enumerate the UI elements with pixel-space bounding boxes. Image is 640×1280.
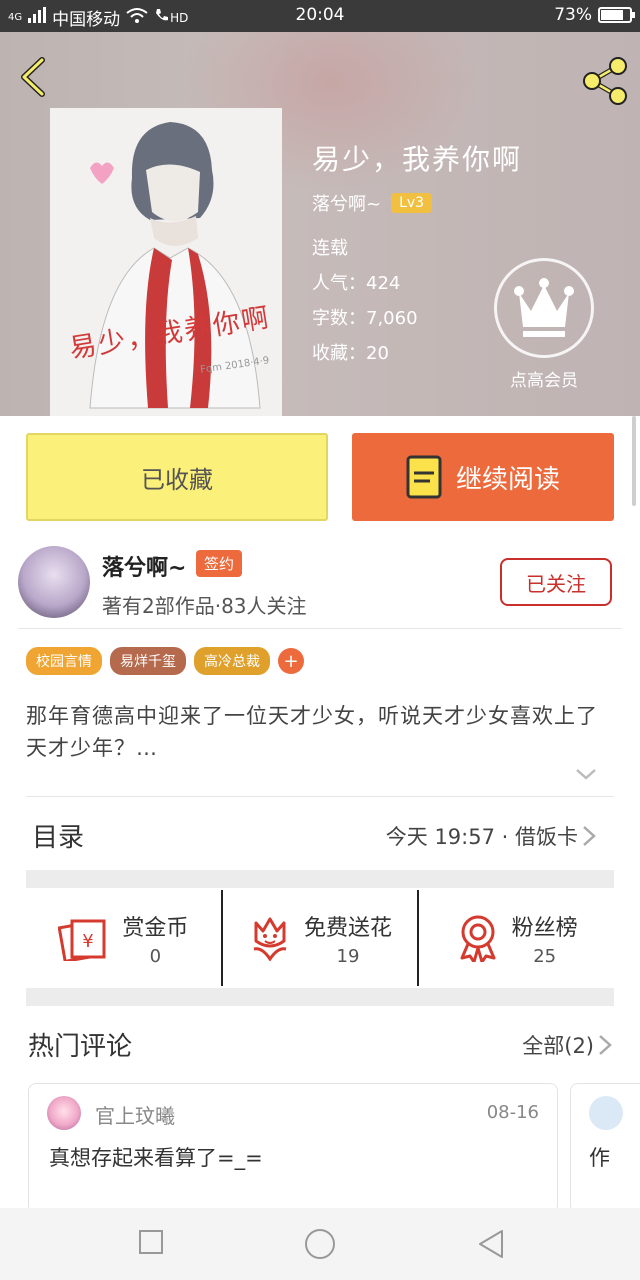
- all-comments-link[interactable]: 全部(2): [522, 1030, 594, 1060]
- tag-list: 校园言情 易烊千玺 高冷总裁 +: [26, 647, 304, 675]
- comment-text: 真想存起来看算了=_=: [49, 1146, 263, 1170]
- author-name[interactable]: 落兮啊~: [102, 550, 186, 582]
- chevron-right-icon: [583, 826, 596, 846]
- favorited-button[interactable]: 已收藏: [26, 433, 328, 521]
- book-icon: [406, 455, 442, 499]
- book-popularity: 人气：424: [312, 273, 401, 294]
- stat-value: 0: [149, 945, 162, 967]
- home-icon[interactable]: [303, 1228, 337, 1262]
- book-title: 易少，我养你啊: [312, 143, 523, 176]
- book-author-row: 落兮啊~ Lv3: [312, 190, 433, 216]
- interaction-stats: ¥ 赏金币 0 免费送花 19 粉丝榜 25: [26, 890, 614, 986]
- toc-latest-chapter: 今天 19:57 · 借饭卡: [385, 825, 578, 849]
- clock: 20:04: [295, 5, 345, 25]
- battery-level: [601, 10, 623, 20]
- system-nav-bar: [0, 1208, 640, 1280]
- comment-date: 08-16: [486, 1102, 539, 1123]
- rosette-icon: [460, 915, 496, 962]
- commenter-avatar[interactable]: [589, 1096, 623, 1130]
- stat-value: 19: [336, 945, 360, 967]
- red-envelope-icon: ¥: [58, 919, 106, 961]
- commenter-name[interactable]: 官上玟曦: [95, 1100, 175, 1129]
- back-nav-icon[interactable]: [476, 1228, 506, 1260]
- tag-item[interactable]: 校园言情: [26, 647, 102, 675]
- comment-text: 作: [589, 1146, 610, 1170]
- send-flower-button[interactable]: 免费送花 19: [220, 890, 418, 986]
- status-bar: 4G 中国移动 HD 20:04 73%: [0, 0, 640, 32]
- scrollbar[interactable]: [632, 416, 636, 506]
- cover-illustration: [89, 122, 261, 409]
- tag-item[interactable]: 易烊千玺: [110, 647, 186, 675]
- author-card: 落兮啊~ 签约 著有2部作品·83人关注 已关注: [18, 546, 618, 626]
- book-description[interactable]: 那年育德高中迎来了一位天才少女，听说天才少女喜欢上了天才少年？…: [26, 700, 606, 764]
- battery-percent: 73%: [554, 5, 592, 25]
- continue-reading-button[interactable]: 继续阅读: [352, 433, 614, 521]
- book-status: 连载: [312, 238, 348, 259]
- vip-label: 点高会员: [510, 371, 578, 391]
- recent-apps-icon[interactable]: [138, 1228, 164, 1256]
- stat-label: 免费送花: [304, 915, 393, 941]
- book-favorites: 收藏：20: [312, 343, 389, 364]
- battery-icon: [598, 7, 635, 23]
- book-word-count: 字数：7,060: [312, 308, 418, 329]
- continue-reading-label: 继续阅读: [455, 464, 560, 495]
- book-header: 易少，我养你啊 Fqm 2018·4·9 易少，我养你啊 落兮啊~ Lv3 连载…: [0, 32, 640, 416]
- fan-ranking-button[interactable]: 粉丝榜 25: [417, 890, 614, 986]
- section-gap: [26, 870, 614, 888]
- toc-title: 目录: [32, 823, 85, 853]
- stat-value: 25: [533, 945, 557, 967]
- crown-icon: [514, 278, 574, 337]
- divider: [18, 628, 622, 629]
- book-cover[interactable]: 易少，我养你啊 Fqm 2018·4·9: [50, 108, 282, 416]
- chevron-right-icon[interactable]: [598, 1034, 612, 1056]
- svg-text:¥: ¥: [83, 931, 94, 952]
- stat-label: 赏金币: [122, 915, 189, 941]
- expand-chevron-icon[interactable]: [574, 762, 598, 786]
- flower-icon: [253, 917, 287, 961]
- comment-card[interactable]: 作: [570, 1083, 640, 1213]
- section-gap: [26, 988, 614, 1006]
- tag-item[interactable]: 高冷总裁: [194, 647, 270, 675]
- add-tag-button[interactable]: +: [278, 648, 304, 674]
- table-of-contents-row[interactable]: 目录 今天 19:57 · 借饭卡: [26, 796, 614, 871]
- hot-comments-title: 热门评论: [28, 1032, 133, 1062]
- reward-coins-button[interactable]: ¥ 赏金币 0: [26, 890, 221, 986]
- author-stats: 著有2部作品·83人关注: [102, 594, 307, 618]
- author-level-badge: Lv3: [391, 193, 433, 213]
- commenter-avatar[interactable]: [47, 1096, 81, 1130]
- book-author-name[interactable]: 落兮啊~: [312, 190, 381, 216]
- vip-button[interactable]: [494, 258, 594, 358]
- author-avatar[interactable]: [18, 546, 90, 618]
- signed-badge: 签约: [196, 550, 243, 577]
- back-icon[interactable]: [14, 54, 54, 100]
- follow-button[interactable]: 已关注: [500, 558, 612, 606]
- stat-label: 粉丝榜: [511, 915, 578, 941]
- comment-card[interactable]: 官上玟曦 08-16 真想存起来看算了=_=: [28, 1083, 558, 1213]
- share-icon[interactable]: [578, 54, 632, 108]
